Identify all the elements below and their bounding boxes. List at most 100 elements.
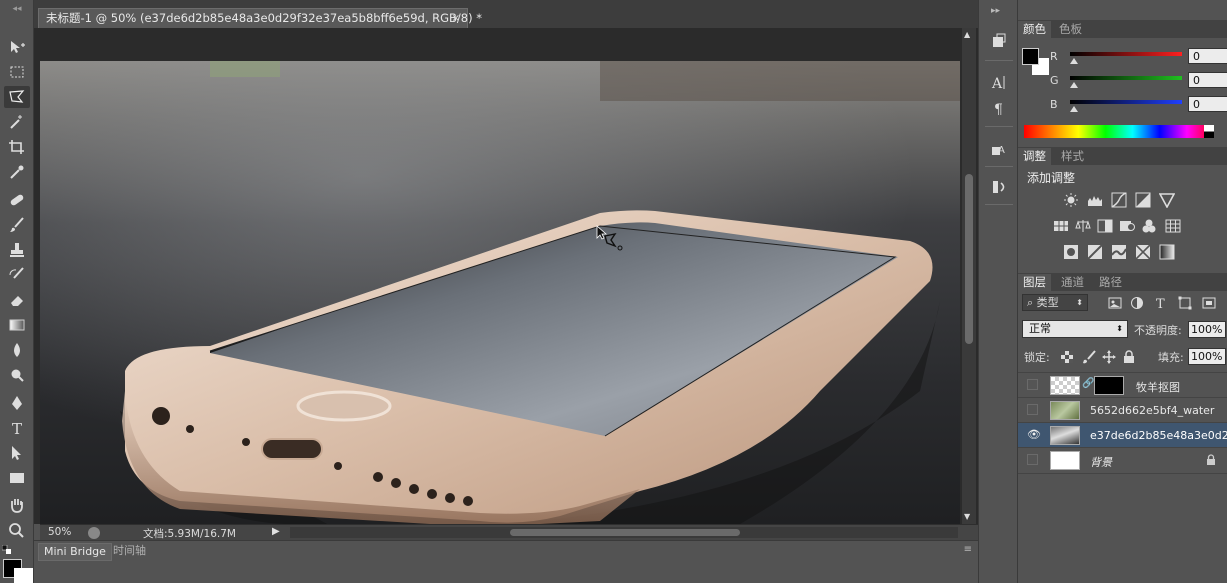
type-tool-icon[interactable]: T: [4, 417, 30, 439]
blue-slider-track[interactable]: [1070, 100, 1182, 104]
tab-paths[interactable]: 路径: [1094, 274, 1127, 291]
layer-row-selected[interactable]: 👁 e37de6d2b85e48a3e0d2...: [1018, 422, 1227, 448]
tab-swatches[interactable]: 色板: [1054, 21, 1087, 38]
visibility-toggle[interactable]: [1027, 404, 1038, 415]
color-spectrum-bar[interactable]: [1024, 125, 1214, 138]
layer-row[interactable]: 背景: [1018, 447, 1227, 474]
layer-row[interactable]: 🔗 牧羊抠图: [1018, 372, 1227, 398]
link-chain-icon[interactable]: 🔗: [1082, 378, 1094, 389]
filter-adjustment-icon[interactable]: [1128, 295, 1146, 311]
tab-layers[interactable]: 图层: [1018, 274, 1051, 291]
posterize-icon[interactable]: [1086, 244, 1104, 260]
layer-row[interactable]: 5652d662e5bf4_water: [1018, 397, 1227, 423]
gradient-tool-icon[interactable]: [4, 314, 30, 336]
eyedropper-tool-icon[interactable]: [4, 161, 30, 183]
eraser-tool-icon[interactable]: [4, 289, 30, 311]
tab-mini-bridge[interactable]: Mini Bridge: [38, 543, 112, 561]
lock-transparent-pixels-icon[interactable]: [1058, 349, 1076, 365]
gradient-map-icon[interactable]: [1158, 244, 1176, 260]
blue-slider-handle[interactable]: [1070, 106, 1078, 112]
history-brush-tool-icon[interactable]: [4, 264, 30, 286]
filter-smart-object-icon[interactable]: [1200, 295, 1218, 311]
vertical-scrollbar[interactable]: ▲ ▼: [962, 28, 976, 524]
red-slider-handle[interactable]: [1070, 58, 1078, 64]
threshold-icon[interactable]: [1110, 244, 1128, 260]
black-white-icon[interactable]: [1096, 218, 1114, 234]
horizontal-scroll-thumb[interactable]: [510, 529, 740, 536]
selective-color-icon[interactable]: [1134, 244, 1152, 260]
lock-all-icon[interactable]: [1120, 349, 1138, 365]
document-tab[interactable]: 未标题-1 @ 50% (e37de6d2b85e48a3e0d29f32e37…: [38, 8, 482, 28]
visibility-toggle[interactable]: [1027, 454, 1038, 465]
hue-saturation-icon[interactable]: [1052, 218, 1070, 234]
hand-tool-icon[interactable]: [4, 494, 30, 516]
status-info-icon[interactable]: [88, 527, 100, 539]
close-tab-icon[interactable]: ×: [452, 9, 460, 28]
clone-stamp-tool-icon[interactable]: [4, 239, 30, 261]
tab-color[interactable]: 颜色: [1018, 21, 1051, 38]
filter-type-icon[interactable]: T: [1152, 295, 1170, 311]
green-value-input[interactable]: 0: [1188, 72, 1227, 88]
filter-shape-icon[interactable]: [1176, 295, 1194, 311]
document-canvas[interactable]: [40, 61, 960, 524]
red-value-input[interactable]: 0: [1188, 48, 1227, 64]
blue-value-input[interactable]: 0: [1188, 96, 1227, 112]
tab-adjustments[interactable]: 调整: [1018, 148, 1051, 165]
photo-filter-icon[interactable]: [1118, 218, 1136, 234]
character-styles-icon[interactable]: A: [987, 138, 1011, 160]
channel-mixer-icon[interactable]: [1140, 218, 1158, 234]
blur-tool-icon[interactable]: [4, 339, 30, 361]
3d-panel-icon[interactable]: [987, 30, 1011, 52]
swap-colors-icon[interactable]: [1, 544, 12, 555]
tab-channels[interactable]: 通道: [1056, 274, 1089, 291]
curves-icon[interactable]: [1110, 192, 1128, 208]
layer-mask-thumbnail[interactable]: [1094, 376, 1124, 395]
scroll-up-arrow-icon[interactable]: ▲: [964, 30, 970, 39]
status-menu-arrow-icon[interactable]: ▶: [272, 526, 280, 537]
blend-mode-dropdown[interactable]: 正常 ⬍: [1022, 320, 1128, 338]
tab-styles[interactable]: 样式: [1056, 148, 1089, 165]
dodge-tool-icon[interactable]: [4, 364, 30, 386]
levels-icon[interactable]: [1086, 192, 1104, 208]
vertical-scroll-thumb[interactable]: [965, 174, 973, 344]
brightness-contrast-icon[interactable]: [1062, 192, 1080, 208]
fill-input[interactable]: 100%: [1188, 348, 1226, 365]
exposure-icon[interactable]: [1134, 192, 1152, 208]
layer-filter-dropdown[interactable]: ⌕ 类型 ⬍: [1022, 294, 1088, 311]
zoom-tool-icon[interactable]: [4, 519, 30, 541]
marquee-tool-icon[interactable]: [4, 61, 30, 83]
paragraph-panel-icon[interactable]: ¶: [987, 97, 1011, 119]
green-slider-track[interactable]: [1070, 76, 1182, 80]
filter-pixel-icon[interactable]: [1106, 295, 1124, 311]
path-selection-tool-icon[interactable]: [4, 442, 30, 464]
color-lookup-icon[interactable]: [1164, 218, 1182, 234]
crop-tool-icon[interactable]: [4, 136, 30, 158]
black-white-swatch[interactable]: [1204, 125, 1214, 138]
lock-position-icon[interactable]: [1100, 349, 1118, 365]
invert-icon[interactable]: [1062, 244, 1080, 260]
tab-timeline[interactable]: 时间轴: [108, 543, 151, 559]
expand-panels-icon[interactable]: ▸▸: [991, 6, 1000, 16]
brush-tool-icon[interactable]: [4, 214, 30, 236]
zoom-level[interactable]: 50%: [48, 526, 71, 538]
scroll-down-arrow-icon[interactable]: ▼: [964, 512, 970, 521]
visibility-toggle[interactable]: [1027, 379, 1038, 390]
polygonal-lasso-tool-icon[interactable]: [4, 86, 30, 108]
rectangle-tool-icon[interactable]: [4, 467, 30, 489]
green-slider-handle[interactable]: [1070, 82, 1078, 88]
horizontal-scrollbar[interactable]: [290, 527, 958, 538]
character-panel-icon[interactable]: A: [987, 71, 1011, 93]
history-panel-icon[interactable]: [987, 176, 1011, 198]
panel-menu-icon[interactable]: ≡: [964, 544, 972, 555]
panel-collapse-icon[interactable]: ◂◂: [2, 4, 32, 18]
vibrance-icon[interactable]: [1158, 192, 1176, 208]
eye-icon[interactable]: 👁: [1027, 428, 1041, 441]
background-color-swatch[interactable]: [14, 568, 33, 583]
move-tool-icon[interactable]: [4, 36, 30, 58]
magic-wand-tool-icon[interactable]: [4, 111, 30, 133]
pen-tool-icon[interactable]: [4, 392, 30, 414]
lock-image-pixels-icon[interactable]: [1080, 349, 1098, 365]
opacity-input[interactable]: 100%: [1188, 321, 1226, 338]
healing-brush-tool-icon[interactable]: [4, 189, 30, 211]
red-slider-track[interactable]: [1070, 52, 1182, 56]
